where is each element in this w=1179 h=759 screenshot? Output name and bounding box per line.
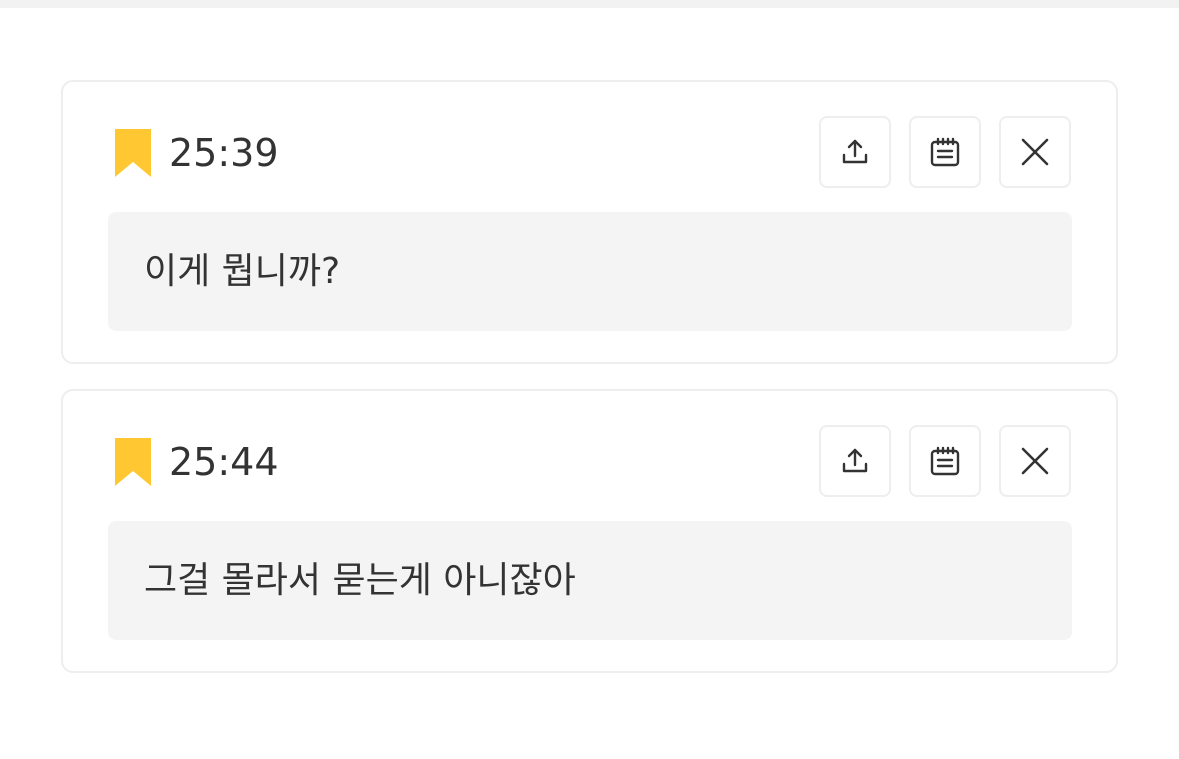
share-upload-icon [840, 446, 870, 476]
notepad-icon [929, 136, 961, 168]
notepad-icon [929, 445, 961, 477]
share-button[interactable] [819, 425, 891, 497]
bookmark-text-box: 그걸 몰라서 묻는게 아니잖아 [108, 521, 1072, 640]
share-upload-icon [840, 137, 870, 167]
bookmark-text: 그걸 몰라서 묻는게 아니잖아 [144, 559, 576, 601]
close-button[interactable] [999, 425, 1071, 497]
share-button[interactable] [819, 116, 891, 188]
bookmark-card: 25:44 그걸 몰라서 묻는게 아니잖아 [61, 389, 1118, 673]
bookmark-text-box: 이게 뭡니까? [108, 212, 1072, 331]
bookmark-card: 25:39 이게 뭡니까? [61, 80, 1118, 364]
top-strip [0, 0, 1179, 8]
bookmark-text: 이게 뭡니까? [144, 250, 341, 292]
bookmark-time: 25:44 [169, 440, 279, 484]
bookmark-list: 25:39 이게 뭡니까? 25:44 그걸 몰라서 묻는게 아니잖아 [61, 80, 1118, 698]
bookmark-icon [114, 437, 152, 487]
note-button[interactable] [909, 425, 981, 497]
bookmark-icon [114, 128, 152, 178]
close-button[interactable] [999, 116, 1071, 188]
close-icon [1020, 137, 1050, 167]
note-button[interactable] [909, 116, 981, 188]
close-icon [1020, 446, 1050, 476]
bookmark-time: 25:39 [169, 131, 279, 175]
